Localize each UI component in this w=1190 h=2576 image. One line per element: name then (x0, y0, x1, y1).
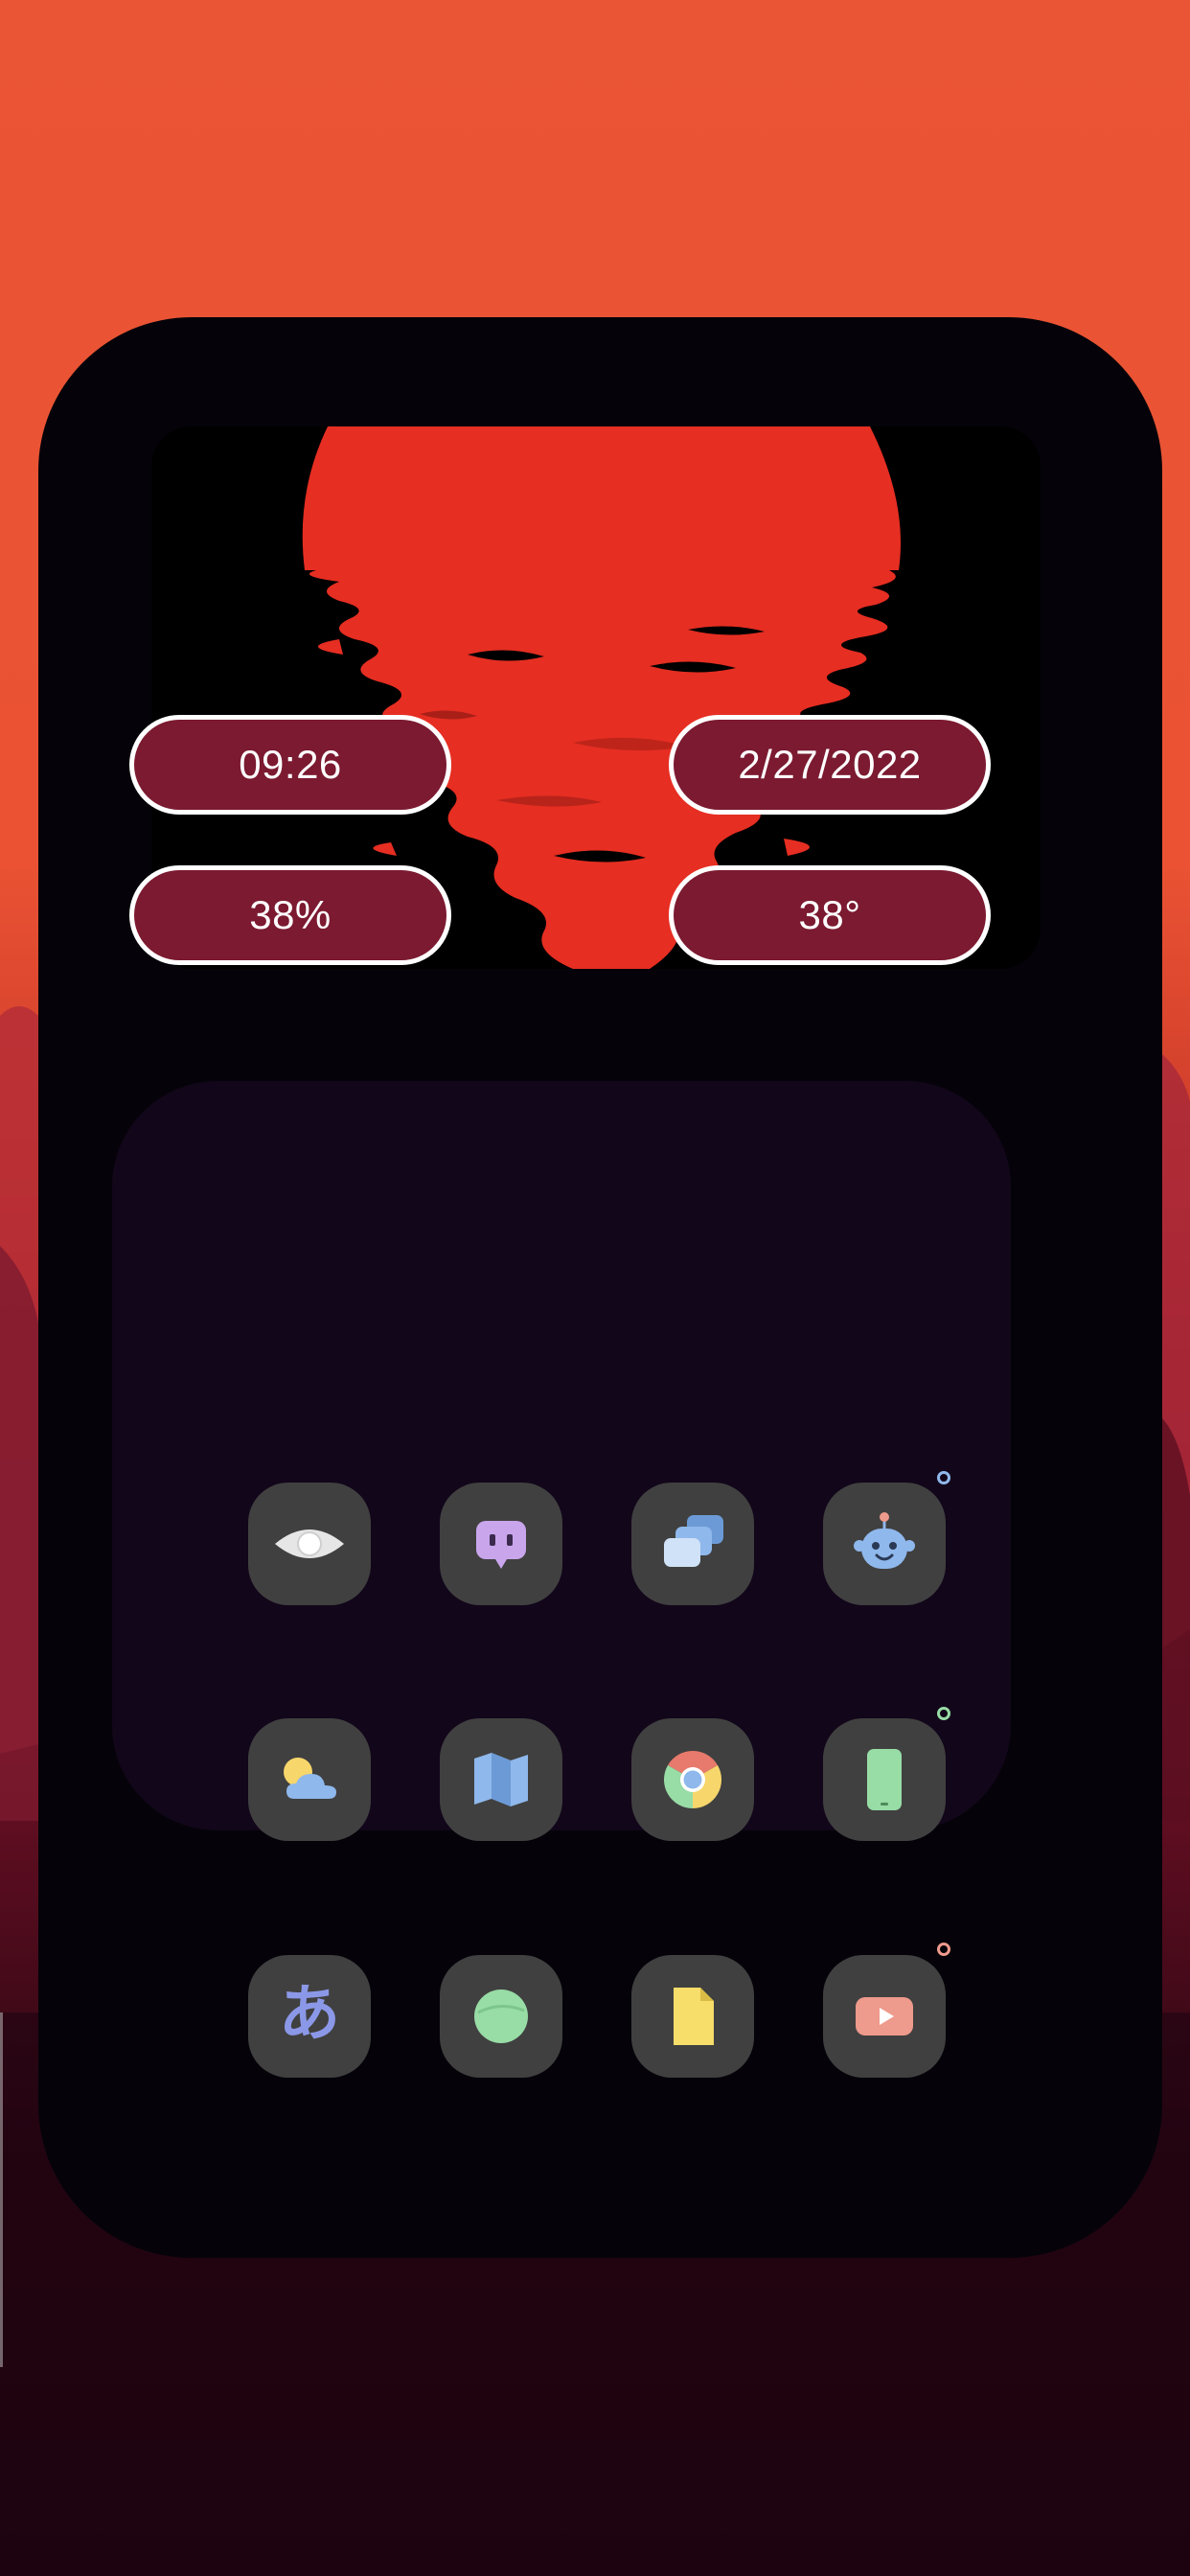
row-indicator-dot-1 (937, 1471, 950, 1484)
temperature-widget[interactable]: 38° (669, 865, 991, 965)
play-button-icon (856, 1997, 913, 2036)
robot-app-icon[interactable] (823, 1483, 946, 1605)
circle-app-icon[interactable] (440, 1955, 562, 2078)
chat-app-icon[interactable] (440, 1483, 562, 1605)
japanese-keyboard-app-icon[interactable]: あ (248, 1955, 371, 2078)
green-circle-icon (474, 1990, 528, 2043)
maps-app-icon[interactable] (440, 1718, 562, 1841)
row-indicator-dot-3 (937, 1943, 950, 1956)
phone-app-icon[interactable] (823, 1718, 946, 1841)
eye-app-icon[interactable] (248, 1483, 371, 1605)
chrome-icon (663, 1751, 722, 1808)
hiragana-a-icon: あ (279, 1979, 340, 2050)
stacked-cards-icon (664, 1515, 723, 1567)
time-widget[interactable]: 09:26 (129, 715, 451, 815)
eye-icon (275, 1530, 344, 1558)
weather-app-icon[interactable] (248, 1718, 371, 1841)
battery-widget[interactable]: 38% (129, 865, 451, 965)
robot-icon (854, 1512, 915, 1569)
youtube-app-icon[interactable] (823, 1955, 946, 2078)
sun-cloud-icon (284, 1758, 336, 1799)
phone-icon (867, 1749, 902, 1810)
temperature-text: 38° (798, 892, 861, 937)
battery-text: 38% (249, 892, 332, 937)
map-icon (474, 1753, 528, 1806)
date-widget[interactable]: 2/27/2022 (669, 715, 991, 815)
time-text: 09:26 (239, 742, 342, 787)
document-icon (674, 1988, 714, 2045)
chat-bubble-icon (476, 1521, 526, 1569)
row-indicator-dot-2 (937, 1707, 950, 1720)
gallery-app-icon[interactable] (631, 1483, 754, 1605)
notes-app-icon[interactable] (631, 1955, 754, 2078)
date-text: 2/27/2022 (738, 742, 922, 787)
chrome-app-icon[interactable] (631, 1718, 754, 1841)
